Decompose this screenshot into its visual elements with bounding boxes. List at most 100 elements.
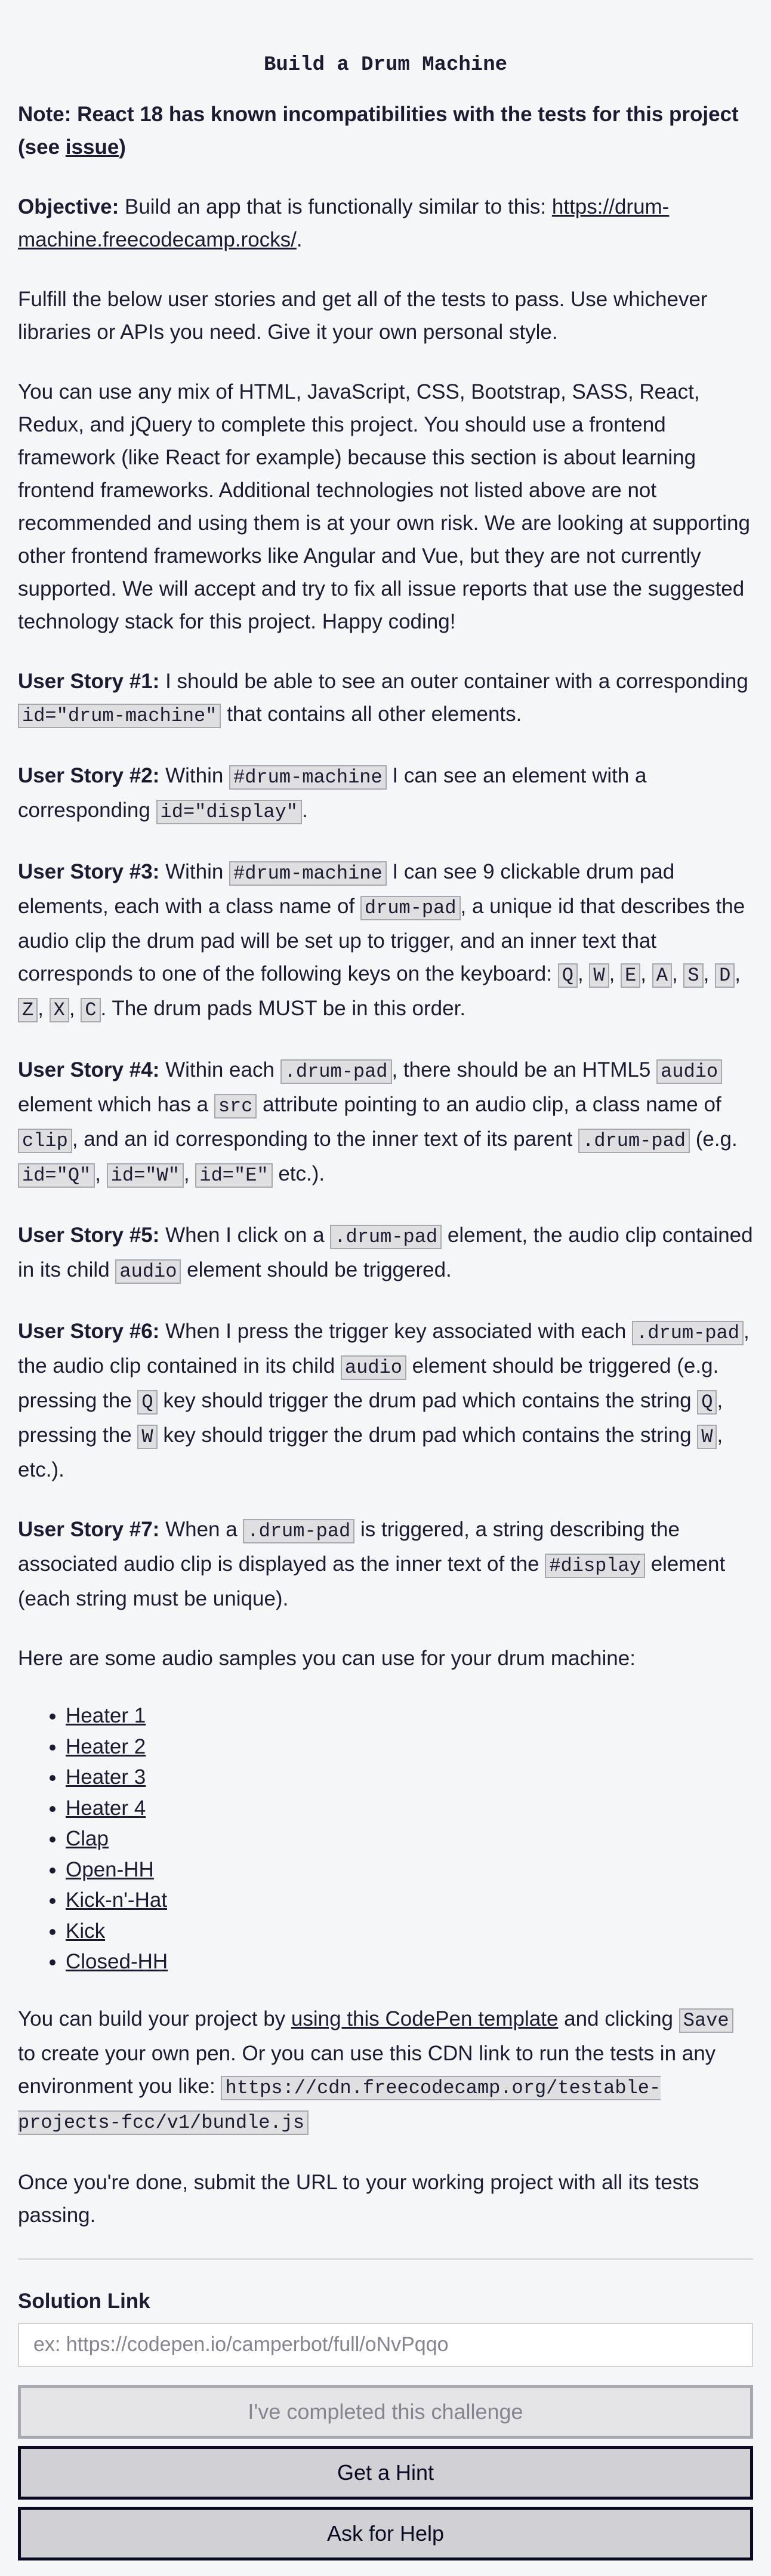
story-text: , there should be an HTML5 [391,1058,651,1081]
list-item: Kick-n'-Hat [66,1885,753,1916]
sample-link-heater-1[interactable]: Heater 1 [66,1704,146,1727]
inline-code: .drum-pad [330,1225,442,1249]
user-story-3: User Story #3: Within #drum-machine I ca… [18,855,753,1027]
inline-code: .drum-pad [280,1059,392,1084]
story-text: Within [165,764,224,787]
story-text: , and an id corresponding to the inner t… [72,1127,573,1151]
sample-link-heater-3[interactable]: Heater 3 [66,1765,146,1789]
inline-code: #drum-machine [229,861,387,886]
inline-code: audio [340,1355,406,1380]
sample-link-kick[interactable]: Kick [66,1919,105,1943]
completed-challenge-button[interactable]: I've completed this challenge [18,2384,753,2439]
build-instructions: You can build your project by using this… [18,2002,753,2139]
user-story-label: User Story #2: [18,764,160,787]
sample-link-heater-4[interactable]: Heater 4 [66,1797,146,1820]
sample-link-open-hh[interactable]: Open-HH [66,1858,154,1881]
intro-paragraph-1: Fulfill the below user stories and get a… [18,288,708,344]
inline-code: #drum-machine [229,765,387,790]
key-separator: , [671,962,678,985]
key-separator: , [703,962,710,985]
key-code: X [49,998,69,1022]
story-text: element which has a [18,1093,209,1116]
key-code: W [589,963,609,988]
codepen-template-link[interactable]: using this CodePen template [291,2007,559,2030]
user-story-label: User Story #3: [18,860,160,883]
key-separator: , [640,962,647,985]
inline-code: .drum-pad [243,1519,355,1543]
page-title: Build a Drum Machine [263,54,508,76]
inline-code: .drum-pad [632,1321,744,1345]
objective-suffix: . [296,228,303,251]
objective-text: Build an app that is functionally simila… [124,195,547,218]
solution-link-label: Solution Link [18,2289,150,2313]
note-paragraph: Note: React 18 has known incompatibiliti… [18,98,753,164]
inline-code: Q [137,1390,158,1415]
inline-code: Save [679,2008,733,2033]
story-text: When I click on a [165,1224,325,1247]
inline-code: id="display" [156,800,302,824]
key-code: Q [557,963,578,988]
user-story-label: User Story #7: [18,1518,160,1541]
story-text: key should trigger the drum pad which co… [163,1389,692,1412]
story-text: , [95,1162,101,1185]
submit-instructions: Once you're done, submit the URL to your… [18,2170,699,2227]
note-suffix: ) [119,135,126,159]
ask-for-help-button[interactable]: Ask for Help [18,2506,753,2560]
inline-code: W [697,1425,717,1449]
user-story-1: User Story #1: I should be able to see a… [18,665,753,732]
sample-link-closed-hh[interactable]: Closed-HH [66,1950,168,1973]
key-separator: , [38,997,44,1020]
inline-code: #display [545,1554,645,1578]
inline-code: id="Q" [18,1163,95,1188]
story-text: I should be able to see an outer contain… [165,670,748,693]
solution-link-input[interactable] [18,2322,753,2367]
sample-link-kick-n-hat[interactable]: Kick-n'-Hat [66,1888,167,1912]
key-code: C [81,998,101,1022]
story-text: (e.g. [695,1127,738,1151]
inline-code: audio [656,1059,723,1084]
story-text: element should be triggered. [187,1258,452,1281]
key-code: A [652,963,672,988]
story-text: . [301,799,308,822]
key-separator: , [735,962,741,985]
story-text: key should trigger the drum pad which co… [163,1423,692,1447]
build-text: You can build your project by [18,2007,286,2030]
key-separator: , [69,997,75,1020]
divider [18,2258,753,2260]
story-text: attribute pointing to an audio clip, a c… [263,1093,721,1116]
key-code: Z [18,998,38,1022]
story-text: When a [165,1518,238,1541]
key-separator: , [609,962,615,985]
user-story-7: User Story #7: When a .drum-pad is trigg… [18,1513,753,1615]
inline-code: .drum-pad [578,1129,690,1153]
list-item: Kick [66,1916,753,1947]
list-item: Heater 4 [66,1793,753,1824]
user-story-4: User Story #4: Within each .drum-pad, th… [18,1053,753,1192]
list-item: Open-HH [66,1854,753,1885]
audio-samples-list: Heater 1 Heater 2 Heater 3 Heater 4 Clap… [18,1700,753,1977]
list-item: Heater 3 [66,1762,753,1793]
issue-link[interactable]: issue [66,135,119,159]
user-story-5: User Story #5: When I click on a .drum-p… [18,1219,753,1288]
inline-code: id="drum-machine" [18,704,221,728]
sample-link-heater-2[interactable]: Heater 2 [66,1735,146,1758]
inline-code: id="W" [106,1163,184,1188]
user-story-2: User Story #2: Within #drum-machine I ca… [18,759,753,828]
list-item: Clap [66,1823,753,1854]
challenge-page: Build a Drum Machine Note: React 18 has … [18,0,753,2560]
inline-code: Q [697,1390,717,1415]
list-item: Heater 2 [66,1731,753,1762]
samples-intro: Here are some audio samples you can use … [18,1647,636,1670]
sample-link-clap[interactable]: Clap [66,1827,109,1850]
story-text: that contains all other elements. [227,702,522,726]
list-item: Closed-HH [66,1946,753,1977]
inline-code: src [214,1094,257,1118]
story-text: , [183,1162,190,1185]
get-hint-button[interactable]: Get a Hint [18,2445,753,2500]
story-text: Within [165,860,224,883]
user-story-label: User Story #6: [18,1320,160,1343]
key-separator: , [577,962,584,985]
story-text: . The drum pads MUST be in this order. [100,997,466,1020]
story-text: When I press the trigger key associated … [165,1320,627,1343]
key-code: S [683,963,704,988]
